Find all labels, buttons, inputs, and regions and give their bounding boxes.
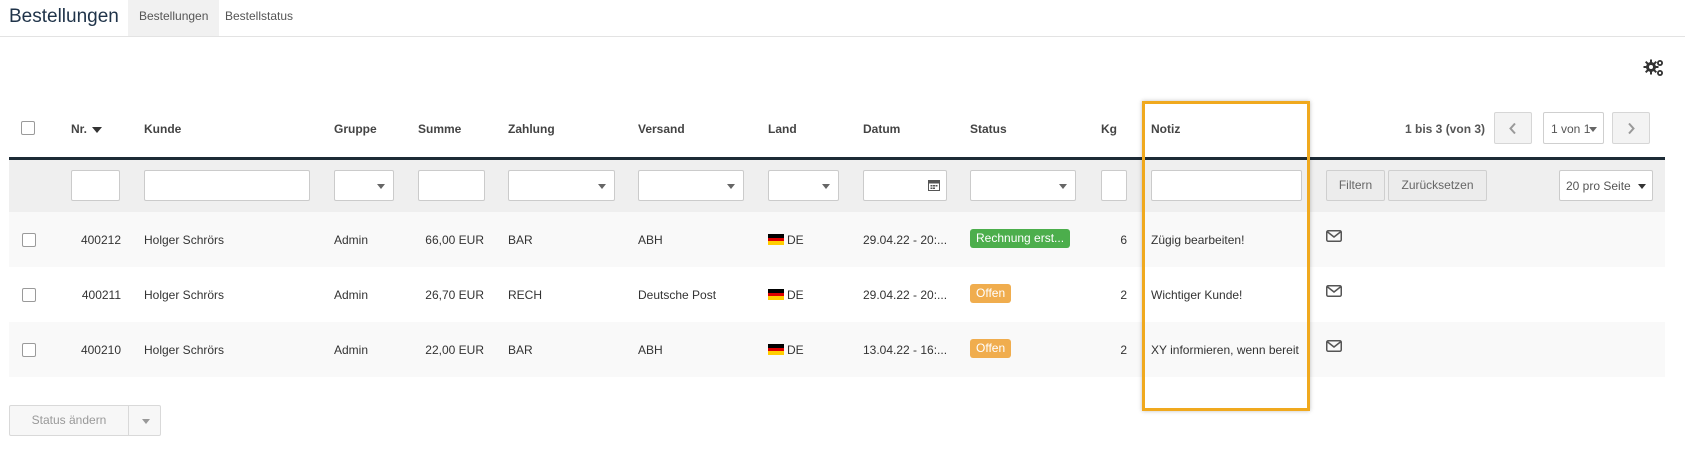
cell-kunde[interactable]: Holger Schrörs (144, 343, 224, 357)
chevron-down-icon (1589, 127, 1597, 132)
column-header-nr[interactable]: Nr. (71, 122, 103, 136)
tab-bestellungen[interactable]: Bestellungen (128, 0, 220, 36)
row-checkbox[interactable] (22, 288, 36, 302)
cell-zahlung: BAR (508, 233, 533, 247)
calendar-icon[interactable] (928, 179, 940, 191)
filter-kunde-input[interactable] (144, 170, 310, 201)
top-bar: Bestellungen Bestellungen Bestellstatus (0, 0, 1685, 37)
cell-kg: 6 (1120, 233, 1127, 247)
cell-land: DE (787, 233, 804, 247)
cell-gruppe: Admin (334, 343, 369, 357)
column-header-datum[interactable]: Datum (863, 122, 900, 136)
filter-kg-input[interactable] (1101, 170, 1127, 201)
flag-de-icon (768, 234, 784, 245)
pagination-info: 1 bis 3 (von 3) (1405, 122, 1486, 136)
cell-datum: 13.04.22 - 16:... (863, 343, 948, 357)
cell-nr: 400211 (81, 288, 121, 302)
cell-datum: 29.04.22 - 20:... (863, 233, 948, 247)
page-select[interactable]: 1 von 1 (1543, 112, 1604, 144)
chevron-down-icon[interactable] (142, 419, 150, 424)
cell-gruppe: Admin (334, 288, 369, 302)
status-change-button[interactable]: Status ändern (9, 405, 161, 436)
filter-notiz-input[interactable] (1151, 170, 1302, 201)
column-header-nr-label: Nr. (71, 122, 88, 136)
cell-gruppe: Admin (334, 233, 369, 247)
chevron-right-icon (1628, 122, 1635, 135)
per-page-select[interactable]: 20 pro Seite (1559, 170, 1653, 201)
cell-notiz: Wichtiger Kunde! (1151, 288, 1243, 302)
filter-status-select[interactable] (970, 170, 1076, 201)
column-header-zahlung[interactable]: Zahlung (508, 122, 555, 136)
cell-zahlung: RECH (508, 288, 543, 302)
filter-land-select[interactable] (768, 170, 839, 201)
cell-nr: 400212 (80, 233, 121, 247)
column-header-land[interactable]: Land (768, 122, 797, 136)
cell-kg: 2 (1120, 288, 1127, 302)
cell-kunde[interactable]: Holger Schrörs (144, 233, 224, 247)
table-row[interactable]: 400212 Holger Schrörs Admin 66,00 EUR BA… (9, 212, 1665, 267)
tab-bestellstatus[interactable]: Bestellstatus (214, 0, 304, 36)
filter-gruppe-select[interactable] (334, 170, 394, 201)
status-badge: Offen (970, 284, 1012, 303)
mail-icon[interactable] (1326, 340, 1342, 352)
cell-summe: 22,00 EUR (425, 343, 484, 357)
chevron-down-icon (727, 184, 735, 189)
filter-nr-input[interactable] (71, 170, 120, 201)
cell-summe: 26,70 EUR (425, 288, 484, 302)
page-select-value: 1 von 1 (1551, 122, 1591, 136)
cell-nr: 400210 (80, 343, 121, 357)
chevron-down-icon (377, 184, 385, 189)
cell-notiz: Zügig bearbeiten! (1151, 233, 1245, 247)
cell-versand: Deutsche Post (638, 288, 717, 302)
filter-zahlung-select[interactable] (508, 170, 615, 201)
column-header-kunde[interactable]: Kunde (144, 122, 181, 136)
cell-versand: ABH (638, 343, 663, 357)
column-header-status[interactable]: Status (970, 122, 1007, 136)
filter-datum-input[interactable] (863, 170, 947, 201)
row-checkbox[interactable] (22, 233, 36, 247)
flag-de-icon (768, 289, 784, 300)
column-header-versand[interactable]: Versand (638, 122, 685, 136)
cell-land: DE (787, 343, 804, 357)
cell-summe: 66,00 EUR (425, 233, 484, 247)
column-header-kg[interactable]: Kg (1101, 122, 1117, 136)
chevron-down-icon (822, 184, 830, 189)
gear-icon[interactable] (1643, 58, 1665, 78)
filter-versand-select[interactable] (638, 170, 744, 201)
filter-row: Filtern Zurücksetzen 20 pro Seite (9, 160, 1665, 212)
cell-kunde[interactable]: Holger Schrörs (144, 288, 224, 302)
select-all-checkbox[interactable] (21, 121, 35, 135)
column-header-summe[interactable]: Summe (418, 122, 461, 136)
cell-notiz: XY informieren, wenn bereit (1151, 343, 1299, 357)
next-page-button[interactable] (1612, 112, 1650, 144)
chevron-down-icon (598, 184, 606, 189)
per-page-value: 20 pro Seite (1566, 179, 1631, 193)
cell-kg: 2 (1120, 343, 1127, 357)
cell-land: DE (787, 288, 804, 302)
cell-zahlung: BAR (508, 343, 533, 357)
status-badge: Rechnung erst... (970, 229, 1071, 248)
chevron-down-icon (1638, 184, 1646, 189)
table-row[interactable]: 400211 Holger Schrörs Admin 26,70 EUR RE… (9, 267, 1665, 322)
filter-button[interactable]: Filtern (1326, 170, 1385, 201)
reset-button[interactable]: Zurücksetzen (1388, 170, 1487, 201)
table-row[interactable]: 400210 Holger Schrörs Admin 22,00 EUR BA… (9, 322, 1665, 377)
column-header-gruppe[interactable]: Gruppe (334, 122, 377, 136)
mail-icon[interactable] (1326, 285, 1342, 297)
column-header-notiz[interactable]: Notiz (1151, 122, 1180, 136)
sort-desc-icon (92, 126, 103, 133)
page-title: Bestellungen (9, 6, 119, 27)
cell-datum: 29.04.22 - 20:... (863, 288, 948, 302)
cell-versand: ABH (638, 233, 663, 247)
flag-de-icon (768, 344, 784, 355)
prev-page-button[interactable] (1494, 112, 1532, 144)
status-badge: Offen (970, 339, 1012, 358)
filter-summe-input[interactable] (418, 170, 485, 201)
chevron-down-icon (1059, 184, 1067, 189)
row-checkbox[interactable] (22, 343, 36, 357)
chevron-left-icon (1509, 122, 1516, 135)
status-change-label: Status ändern (10, 406, 129, 435)
mail-icon[interactable] (1326, 230, 1342, 242)
